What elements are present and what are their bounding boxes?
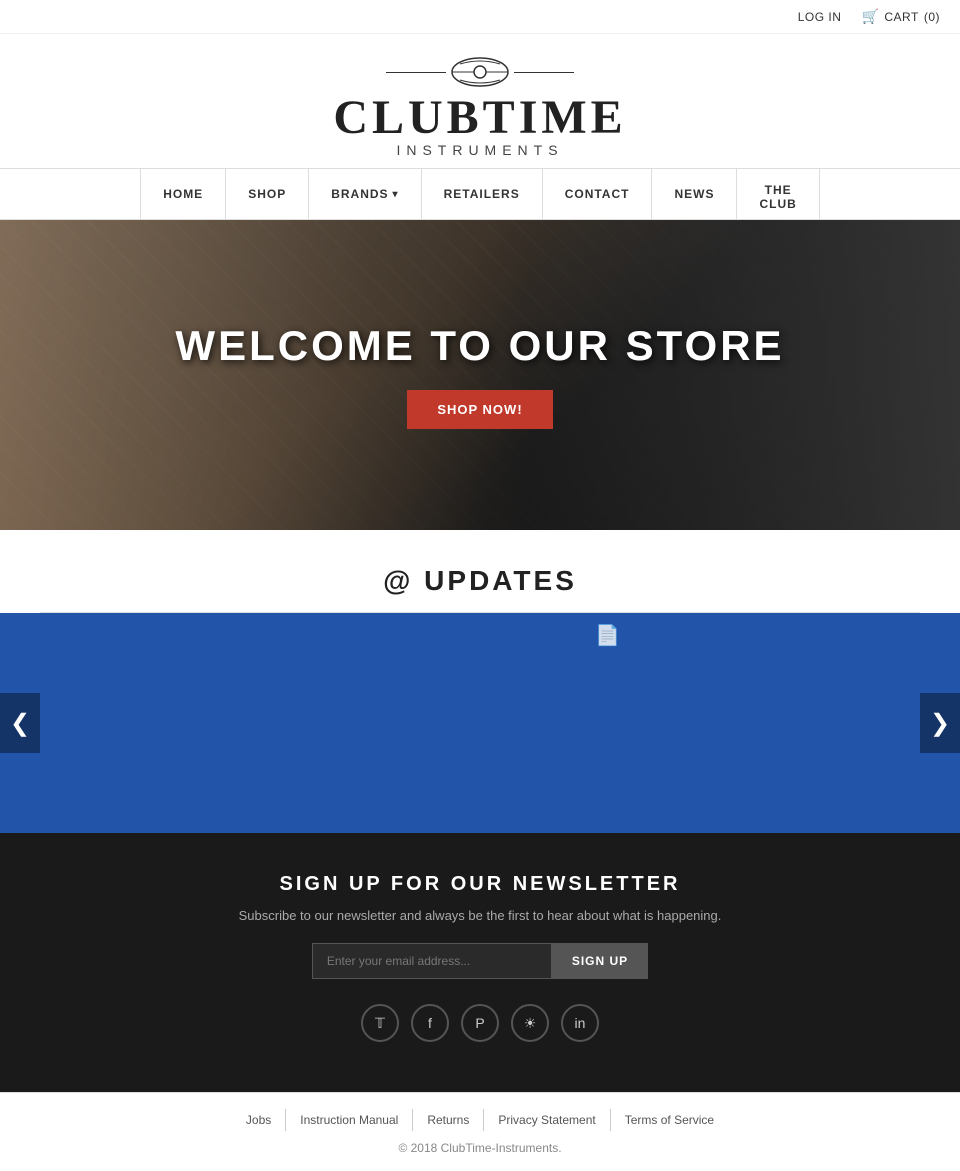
hero-banner: WELCOME TO OUR STORE SHOP NOW! [0, 220, 960, 530]
footer-privacy-link[interactable]: Privacy Statement [484, 1109, 610, 1131]
email-input[interactable] [312, 943, 552, 979]
footer-links-row: Jobs Instruction Manual Returns Privacy … [20, 1109, 940, 1131]
brands-dropdown-arrow: ▾ [393, 189, 399, 200]
pinterest-icon[interactable]: P [461, 1004, 499, 1042]
nav-retailers[interactable]: RETAILERS [422, 169, 543, 219]
login-link[interactable]: LOG IN [798, 10, 842, 24]
nav-bar: HOME SHOP BRANDS ▾ RETAILERS CONTACT NEW… [0, 168, 960, 220]
carousel-inner: 📄 [0, 613, 960, 833]
footer-terms-link[interactable]: Terms of Service [611, 1109, 728, 1131]
newsletter-form: SIGN UP [20, 943, 940, 979]
document-icon: 📄 [595, 623, 620, 648]
nav-the-club[interactable]: THE CLUB [737, 169, 819, 219]
nav-shop[interactable]: SHOP [226, 169, 309, 219]
carousel-next-button[interactable]: ❯ [920, 693, 960, 753]
left-wing [386, 72, 446, 73]
carousel-prev-button[interactable]: ❮ [0, 693, 40, 753]
footer-jobs-link[interactable]: Jobs [232, 1109, 286, 1131]
hero-title: WELCOME TO OUR STORE [175, 322, 784, 370]
nav-news[interactable]: NEWS [652, 169, 737, 219]
logo-subtitle: INSTRUMENTS [396, 142, 563, 158]
footer-copyright: © 2018 ClubTime-Instruments. [20, 1141, 940, 1155]
logo-area: CLUBTIME INSTRUMENTS [0, 34, 960, 168]
updates-section: @ UPDATES [0, 530, 960, 613]
cart-icon: 🛒 [861, 8, 879, 25]
cart-label: CART [884, 10, 918, 24]
facebook-icon[interactable]: f [411, 1004, 449, 1042]
social-icons-row: 𝕋 f P ☀ in [20, 1004, 940, 1042]
sign-up-button[interactable]: SIGN UP [552, 943, 648, 979]
top-bar: LOG IN 🛒 CART (0) [0, 0, 960, 34]
newsletter-subtitle: Subscribe to our newsletter and always b… [20, 908, 940, 923]
cart-count: (0) [924, 10, 940, 24]
footer-instruction-manual-link[interactable]: Instruction Manual [286, 1109, 413, 1131]
logo-emblem-svg [450, 54, 510, 90]
logo-wings [386, 54, 574, 90]
newsletter-section: SIGN UP FOR OUR NEWSLETTER Subscribe to … [0, 833, 960, 1092]
updates-carousel: ❮ 📄 ❯ [0, 613, 960, 833]
footer-returns-link[interactable]: Returns [413, 1109, 484, 1131]
nav-contact[interactable]: CONTACT [543, 169, 653, 219]
linkedin-icon[interactable]: in [561, 1004, 599, 1042]
footer: Jobs Instruction Manual Returns Privacy … [0, 1092, 960, 1171]
cart-link[interactable]: 🛒 CART (0) [861, 8, 940, 25]
twitter-icon[interactable]: 𝕋 [361, 1004, 399, 1042]
nav-brands[interactable]: BRANDS ▾ [309, 169, 421, 219]
right-wing [514, 72, 574, 73]
newsletter-title: SIGN UP FOR OUR NEWSLETTER [20, 873, 940, 896]
logo-brand-name[interactable]: CLUBTIME [333, 94, 626, 142]
shop-now-button[interactable]: SHOP NOW! [407, 390, 552, 429]
hero-content: WELCOME TO OUR STORE SHOP NOW! [175, 322, 784, 429]
instagram-icon[interactable]: ☀ [511, 1004, 549, 1042]
nav-home[interactable]: HOME [140, 169, 226, 219]
logo-container: CLUBTIME INSTRUMENTS [333, 54, 626, 158]
updates-title: @ UPDATES [40, 550, 920, 612]
